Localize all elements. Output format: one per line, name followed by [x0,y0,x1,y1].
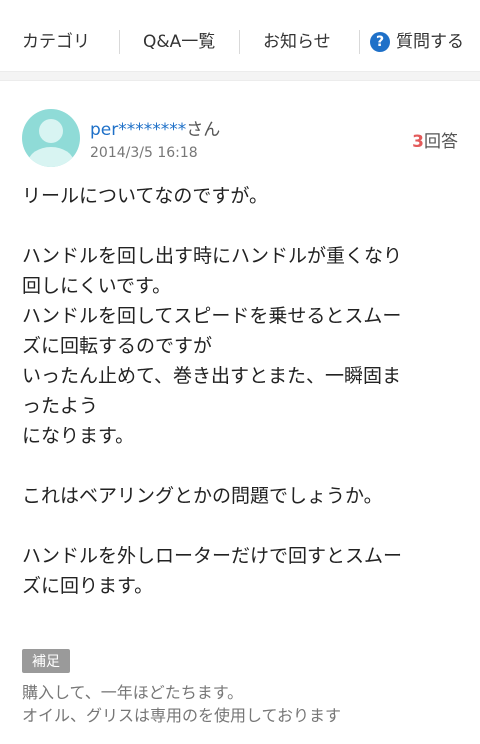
nav-category[interactable]: カテゴリ [22,30,90,54]
answer-label: 回答 [424,132,458,152]
answer-count-link[interactable]: 3回答 [412,127,458,152]
section-gap [0,72,480,81]
nav-divider [119,30,120,54]
nav-notice[interactable]: お知らせ [263,30,331,54]
supplement-badge: 補足 [22,649,70,673]
nav-divider [359,30,360,54]
post-date: 2014/3/5 16:18 [90,145,198,161]
avatar-head-shape [39,119,63,143]
supplement-text: 購入して、一年ほどたちます。 オイル、グリスは専用のを使用しております [22,683,342,725]
answer-count: 3 [412,132,424,152]
avatar-body-shape [28,147,74,167]
ask-question-button[interactable]: ? 質問する [370,30,464,54]
ask-question-label: 質問する [396,32,464,52]
question-mark-icon: ? [370,32,390,52]
user-suffix: さん [186,120,221,140]
nav-qa-list[interactable]: Q&A一覧 [143,30,215,54]
avatar[interactable] [22,109,80,167]
top-navigation: カテゴリ Q&A一覧 お知らせ ? 質問する [0,0,480,72]
nav-divider [239,30,240,54]
question-body: リールについてなのですが。 ハンドルを回し出す時にハンドルが重くなり 回しにくい… [22,185,403,597]
user-id[interactable]: per******** [90,120,186,140]
user-name[interactable]: per********さん [90,115,220,140]
